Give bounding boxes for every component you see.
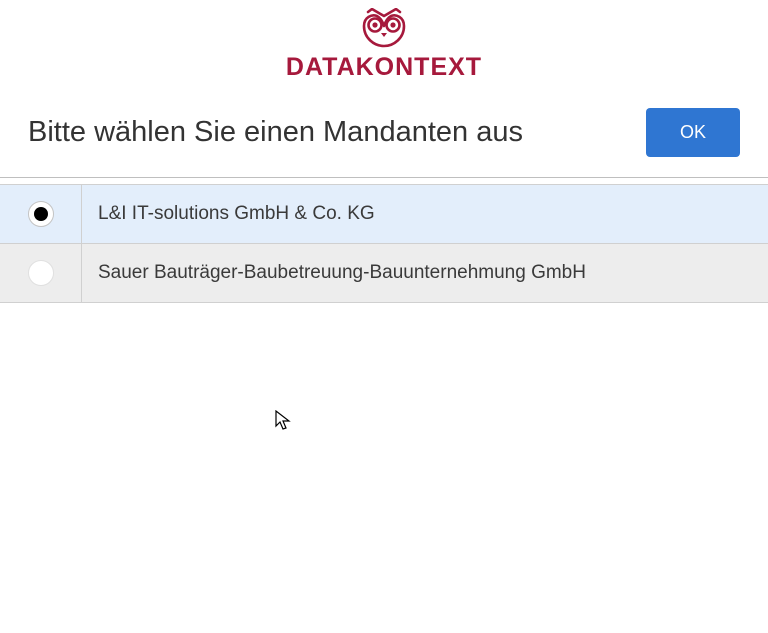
- radio-cell: [0, 244, 82, 302]
- list-item[interactable]: L&I IT-solutions GmbH & Co. KG: [0, 185, 768, 244]
- radio-selected-dot: [34, 207, 48, 221]
- ok-button[interactable]: OK: [646, 108, 740, 157]
- mouse-cursor-icon: [275, 410, 293, 432]
- mandant-label: L&I IT-solutions GmbH & Co. KG: [82, 185, 768, 243]
- mandant-label: Sauer Bauträger-Baubetreuung-Bauunterneh…: [82, 244, 768, 302]
- title-row: Bitte wählen Sie einen Mandanten aus OK: [0, 88, 768, 177]
- radio-button[interactable]: [28, 260, 54, 286]
- mandant-list: L&I IT-solutions GmbH & Co. KG Sauer Bau…: [0, 184, 768, 303]
- logo: DATAKONTEXT: [286, 8, 482, 82]
- divider: [0, 177, 768, 178]
- list-item[interactable]: Sauer Bauträger-Baubetreuung-Bauunterneh…: [0, 244, 768, 302]
- radio-cell: [0, 185, 82, 243]
- logo-area: DATAKONTEXT: [0, 0, 768, 88]
- owl-icon: [354, 8, 414, 48]
- logo-brand-text: DATAKONTEXT: [286, 53, 482, 82]
- page-title: Bitte wählen Sie einen Mandanten aus: [28, 116, 523, 149]
- radio-button[interactable]: [28, 201, 54, 227]
